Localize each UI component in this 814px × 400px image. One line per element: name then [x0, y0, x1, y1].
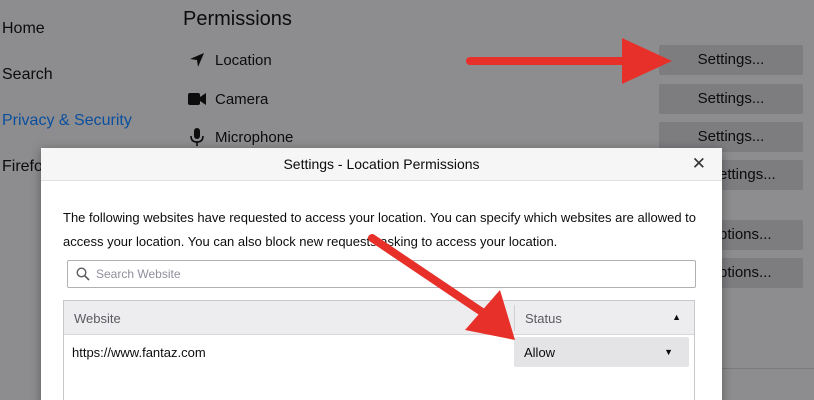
annotation-arrow-settings	[466, 38, 672, 84]
permission-label: Camera	[215, 90, 269, 108]
sort-ascending-icon[interactable]: ▲	[672, 312, 681, 322]
search-icon	[76, 267, 90, 281]
permission-row-location: Location	[188, 48, 272, 72]
table-header: Website Status ▲	[64, 301, 694, 335]
search-input[interactable]	[96, 267, 676, 281]
sidebar-item-label: Privacy & Security	[2, 112, 132, 129]
permission-label: Microphone	[215, 128, 294, 146]
sidebar-item-label: Firefo	[2, 158, 43, 175]
permission-row-microphone: Microphone	[188, 125, 293, 149]
chevron-down-icon: ▼	[664, 347, 673, 357]
sidebar-item-search[interactable]: Search	[2, 66, 53, 84]
close-icon[interactable]: ✕	[692, 155, 706, 173]
permission-row-camera: Camera	[188, 87, 268, 111]
microphone-icon	[188, 128, 206, 146]
location-settings-button[interactable]: Settings...	[659, 45, 803, 75]
dialog-description: The following websites have requested to…	[63, 210, 697, 249]
status-dropdown[interactable]: Allow ▼	[514, 337, 689, 367]
location-arrow-icon	[188, 51, 206, 69]
sites-table: Website Status ▲ https://www.fantaz.com …	[63, 300, 695, 400]
column-header-website[interactable]: Website	[74, 311, 121, 326]
location-permissions-dialog: Settings - Location Permissions ✕ The fo…	[41, 148, 722, 400]
table-row[interactable]: https://www.fantaz.com Allow ▼	[64, 335, 694, 369]
sidebar-item-label: Search	[2, 66, 53, 83]
permission-label: Location	[215, 51, 272, 69]
sidebar-item-firefox[interactable]: Firefo	[2, 158, 43, 176]
dialog-titlebar: Settings - Location Permissions ✕	[41, 148, 722, 181]
permissions-heading: Permissions	[183, 8, 292, 30]
sidebar-item-label: Home	[2, 20, 45, 37]
camera-settings-button[interactable]: Settings...	[659, 84, 803, 114]
search-box[interactable]	[67, 260, 696, 288]
column-header-status[interactable]: Status	[525, 311, 562, 326]
status-value: Allow	[524, 345, 556, 360]
dialog-title: Settings - Location Permissions	[283, 156, 480, 172]
sidebar-item-home[interactable]: Home	[2, 20, 45, 38]
sidebar-item-privacy-security[interactable]: Privacy & Security	[2, 112, 132, 130]
website-cell: https://www.fantaz.com	[72, 345, 206, 360]
divider	[722, 368, 814, 369]
column-separator	[514, 305, 515, 331]
camera-icon	[188, 90, 206, 108]
